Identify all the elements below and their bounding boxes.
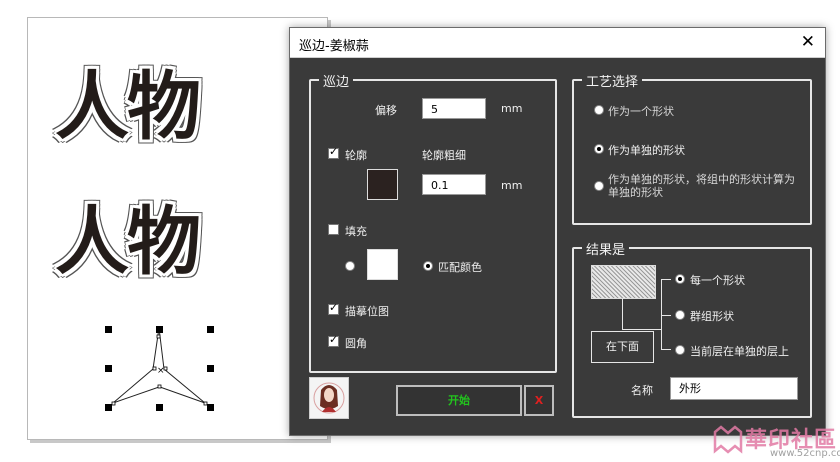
offset-input[interactable]: 5 [422,98,486,119]
process-option-radio-3[interactable] [594,181,604,191]
fill-color-radio[interactable] [345,261,355,271]
outline-checkbox[interactable] [328,145,339,159]
outline-width-unit: mm [501,179,523,192]
art-text-outlined-copy[interactable]: 人物 [55,205,201,279]
outline-width-input[interactable]: 0.1 [422,174,486,195]
fill-checkbox[interactable] [328,224,339,235]
process-option-radio-1[interactable] [594,105,604,115]
tree-branch-top [661,279,671,280]
avatar-portrait-icon [313,382,345,414]
fill-label: 填充 [345,225,367,238]
dialog-title: 巡边-姜椒蒜 [299,39,369,54]
trace-bitmap-checkbox[interactable] [328,301,339,315]
art-text-outlined[interactable]: 人物 [55,70,201,144]
outline-color-swatch[interactable] [367,169,398,200]
result-option-radio-3[interactable] [675,345,685,355]
name-label: 名称 [631,384,653,397]
selected-star-shape[interactable]: × [75,305,225,417]
offset-unit: mm [501,102,523,115]
tree-branch-mid [661,315,671,316]
trace-bitmap-label: 描摹位图 [345,305,389,318]
result-option-radio-1[interactable] [675,274,685,284]
patrol-group: 巡边 偏移 5 mm 轮廓 轮廓粗细 0.1 mm 填充 匹配颜色 描摹位图 圆… [309,71,557,373]
tree-branch-bottom [661,349,671,350]
result-option-label-3: 当前层在单独的层上 [690,345,789,358]
process-option-label-3: 作为单独的形状，将组中的形状计算为单独的形状 [608,173,795,199]
patrol-group-legend: 巡边 [319,71,354,90]
result-group: 结果是 在下面 每一个形状 群组形状 当前层在单独的层上 名称 外形 [572,239,812,418]
result-option-radio-2[interactable] [675,310,685,320]
title-bar[interactable]: 巡边-姜椒蒜 ✕ [290,28,825,58]
match-color-label: 匹配颜色 [438,261,482,274]
result-preview-pattern [591,265,656,299]
process-option-label-2: 作为单独的形状 [608,144,685,157]
cancel-button[interactable]: X [524,385,554,416]
below-button[interactable]: 在下面 [591,331,654,363]
watermark-url: www.52cnp.com [770,448,840,459]
round-corner-checkbox[interactable] [328,333,339,347]
result-option-label-2: 群组形状 [690,310,734,323]
result-option-label-1: 每一个形状 [690,274,745,287]
author-avatar[interactable] [309,377,349,419]
process-option-label-1: 作为一个形状 [608,105,674,118]
round-corner-label: 圆角 [345,337,367,350]
outline-width-label: 轮廓粗细 [422,149,466,162]
process-group-legend: 工艺选择 [582,71,643,90]
result-group-legend: 结果是 [582,239,630,258]
outline-label: 轮廓 [345,149,367,162]
process-group: 工艺选择 作为一个形状 作为单独的形状 作为单独的形状，将组中的形状计算为单独的… [572,71,812,225]
watermark: 華印社區 www.52cnp.com [708,420,840,460]
svg-text:×: × [157,366,165,376]
watermark-logo-icon [713,425,743,454]
name-input[interactable]: 外形 [670,377,798,400]
close-icon[interactable]: ✕ [801,32,815,52]
process-option-radio-2[interactable] [594,144,604,154]
match-color-radio[interactable] [423,261,433,271]
tree-horizontal-line [622,329,662,330]
offset-label: 偏移 [375,104,397,117]
tree-vertical-line [622,299,623,329]
fill-color-swatch[interactable] [367,249,398,280]
patrol-dialog: 巡边-姜椒蒜 ✕ 巡边 偏移 5 mm 轮廓 轮廓粗细 0.1 mm 填充 匹配… [289,27,826,436]
start-button[interactable]: 开始 [396,385,522,416]
